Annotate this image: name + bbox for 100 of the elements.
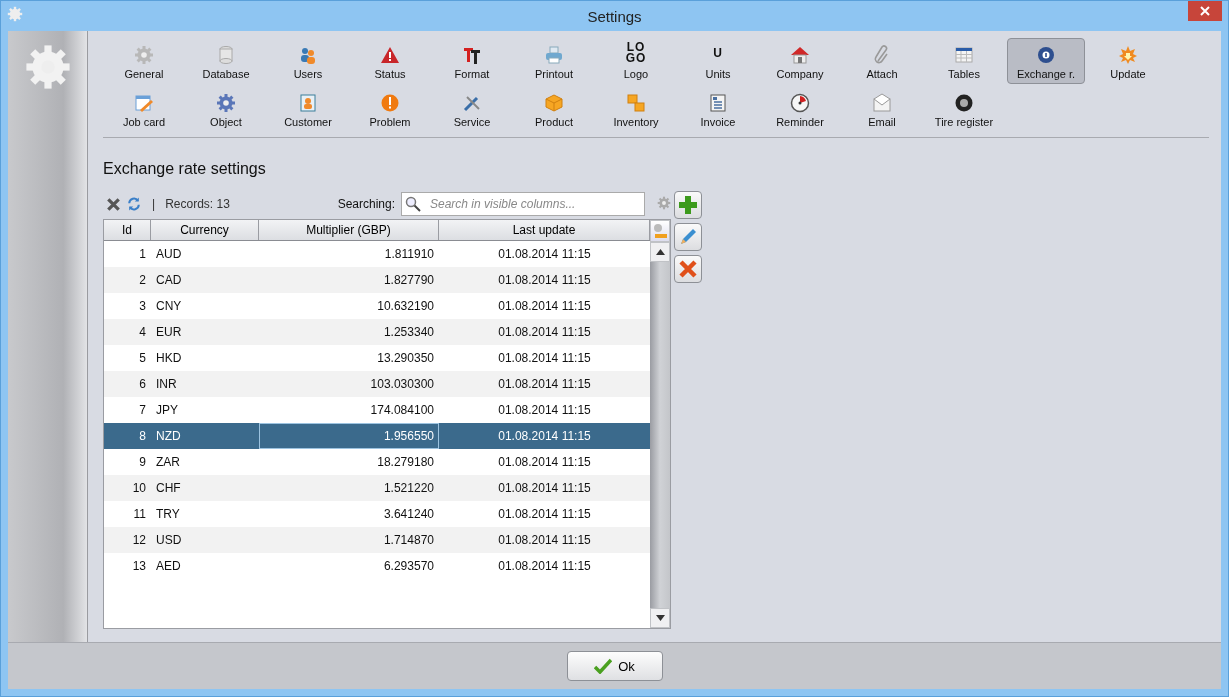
category-tab[interactable]: Reminder <box>761 86 839 132</box>
scroll-up-icon[interactable] <box>655 249 665 255</box>
logo-icon: U <box>706 41 730 65</box>
category-tab[interactable]: Exchange r. <box>1007 38 1085 84</box>
table-row[interactable]: 4 EUR 1.253340 01.08.2014 11:15 <box>104 319 650 345</box>
warning-icon <box>380 45 400 65</box>
window-title: Settings <box>586 7 643 25</box>
table-cell-text: CHF <box>155 480 182 497</box>
table-cell-text: AED <box>155 558 182 575</box>
table-row[interactable]: 6 INR 103.030300 01.08.2014 11:15 <box>104 371 650 397</box>
table-cell-text: 01.08.2014 11:15 <box>497 272 592 289</box>
table-row[interactable]: 2 CAD 1.827790 01.08.2014 11:15 <box>104 267 650 293</box>
table-cell-text: 3.641240 <box>382 506 435 523</box>
table-cell: 1.956550 <box>259 423 439 449</box>
house-icon <box>790 45 810 65</box>
exclamation-icon <box>380 93 400 113</box>
table-cell-text: 01.08.2014 11:15 <box>497 402 592 419</box>
category-tab[interactable]: Update <box>1089 38 1167 84</box>
column-header[interactable]: Currency <box>151 220 259 240</box>
table-row[interactable]: 8 NZD 1.956550 01.08.2014 11:15 <box>104 423 650 449</box>
scroll-down-icon[interactable] <box>655 615 665 621</box>
table-cell-text: 3 <box>138 298 147 315</box>
table-cell-text: 01.08.2014 11:15 <box>497 246 592 263</box>
category-tab[interactable]: Object <box>187 86 265 132</box>
table-cell-text: 18.279180 <box>376 454 435 471</box>
table-cell-text: 01.08.2014 11:15 <box>497 376 592 393</box>
search-label: Searching: <box>337 197 395 211</box>
category-tab[interactable]: Job card <box>105 86 183 132</box>
clear-icon[interactable] <box>107 197 120 211</box>
checkmark-icon <box>594 658 613 674</box>
category-tab[interactable]: Attach <box>843 38 921 84</box>
table-cell-text: EUR <box>155 324 183 341</box>
category-tab[interactable]: LO GO Logo <box>597 38 675 84</box>
close-button[interactable] <box>1188 1 1222 21</box>
table-cell-text: 01.08.2014 11:15 <box>497 532 592 549</box>
table-cell-text: 1 <box>138 246 147 263</box>
category-tab[interactable]: Database <box>187 38 265 84</box>
edit-button[interactable] <box>674 223 702 251</box>
sun-icon <box>1118 45 1138 65</box>
category-tab[interactable]: Product <box>515 86 593 132</box>
category-tab[interactable]: Status <box>351 38 429 84</box>
table-cell-text: 01.08.2014 11:15 <box>497 480 592 497</box>
table-cell-text: 01.08.2014 11:15 <box>497 558 592 575</box>
delete-button[interactable] <box>674 255 702 283</box>
table-cell-text: 103.030300 <box>369 376 435 393</box>
table-cell-text: ZAR <box>155 454 181 471</box>
table-cell-text: 01.08.2014 11:15 <box>497 428 592 445</box>
delete-icon <box>678 259 698 279</box>
scrollbar[interactable] <box>650 220 670 628</box>
table-cell-text: 13.290350 <box>376 350 435 367</box>
table-cell-text: TRY <box>155 506 181 523</box>
category-tab[interactable]: Problem <box>351 86 429 132</box>
category-tab[interactable]: General <box>105 38 183 84</box>
category-tab[interactable]: Invoice <box>679 86 757 132</box>
boxes-icon <box>626 93 646 113</box>
category-tab[interactable]: Tire register <box>925 86 1003 132</box>
gear-icon <box>216 93 236 113</box>
settings-icon <box>23 43 72 91</box>
table-cell-text: CNY <box>155 298 183 315</box>
settings-icon <box>657 195 671 210</box>
table-cell-text: HKD <box>155 350 183 367</box>
table-cell-text: 6 <box>138 376 147 393</box>
records-count: Records: 13 <box>165 197 230 211</box>
document-icon <box>708 93 728 113</box>
envelope-icon <box>872 93 892 113</box>
table-cell-text: 01.08.2014 11:15 <box>497 324 592 341</box>
table-row[interactable]: 10 CHF 1.521220 01.08.2014 11:15 <box>104 475 650 501</box>
add-button[interactable] <box>674 191 702 219</box>
category-tab[interactable]: U Units <box>679 38 757 84</box>
table-cell-text: JPY <box>155 402 179 419</box>
clock-icon <box>790 93 810 113</box>
table-row[interactable]: 12 USD 1.714870 01.08.2014 11:15 <box>104 527 650 553</box>
table-cell-text: 2 <box>138 272 147 289</box>
category-tab[interactable]: Inventory <box>597 86 675 132</box>
table-cell-text: USD <box>155 532 183 549</box>
tire-icon <box>954 93 974 113</box>
ok-button[interactable]: Ok <box>566 651 663 681</box>
category-tab[interactable]: Format <box>433 38 511 84</box>
table-cell-text: 1.827790 <box>382 272 435 289</box>
section-title: Exchange rate settings <box>103 160 267 178</box>
refresh-icon[interactable] <box>126 196 142 212</box>
form-pencil-icon <box>134 93 154 113</box>
category-tab[interactable]: Printout <box>515 38 593 84</box>
category-tab[interactable]: Service <box>433 86 511 132</box>
table-cell-text: 12 <box>131 532 147 549</box>
search-field[interactable]: Search in visible columns... <box>401 192 645 216</box>
table-cell-text: 01.08.2014 11:15 <box>497 454 592 471</box>
category-tab[interactable]: Email <box>843 86 921 132</box>
search-icon <box>405 196 421 212</box>
column-header[interactable]: Id <box>104 220 151 240</box>
category-tab[interactable]: Tables <box>925 38 1003 84</box>
table-cell-text: 174.084100 <box>369 402 435 419</box>
table-cell-text: 9 <box>138 454 147 471</box>
gear-icon <box>134 45 154 65</box>
category-tab[interactable]: Users <box>269 38 347 84</box>
category-tab[interactable]: Customer <box>269 86 347 132</box>
plus-icon <box>678 195 698 215</box>
category-tab[interactable]: Company <box>761 38 839 84</box>
box-icon <box>544 93 564 113</box>
column-header[interactable]: Multiplier (GBP) <box>259 220 439 240</box>
